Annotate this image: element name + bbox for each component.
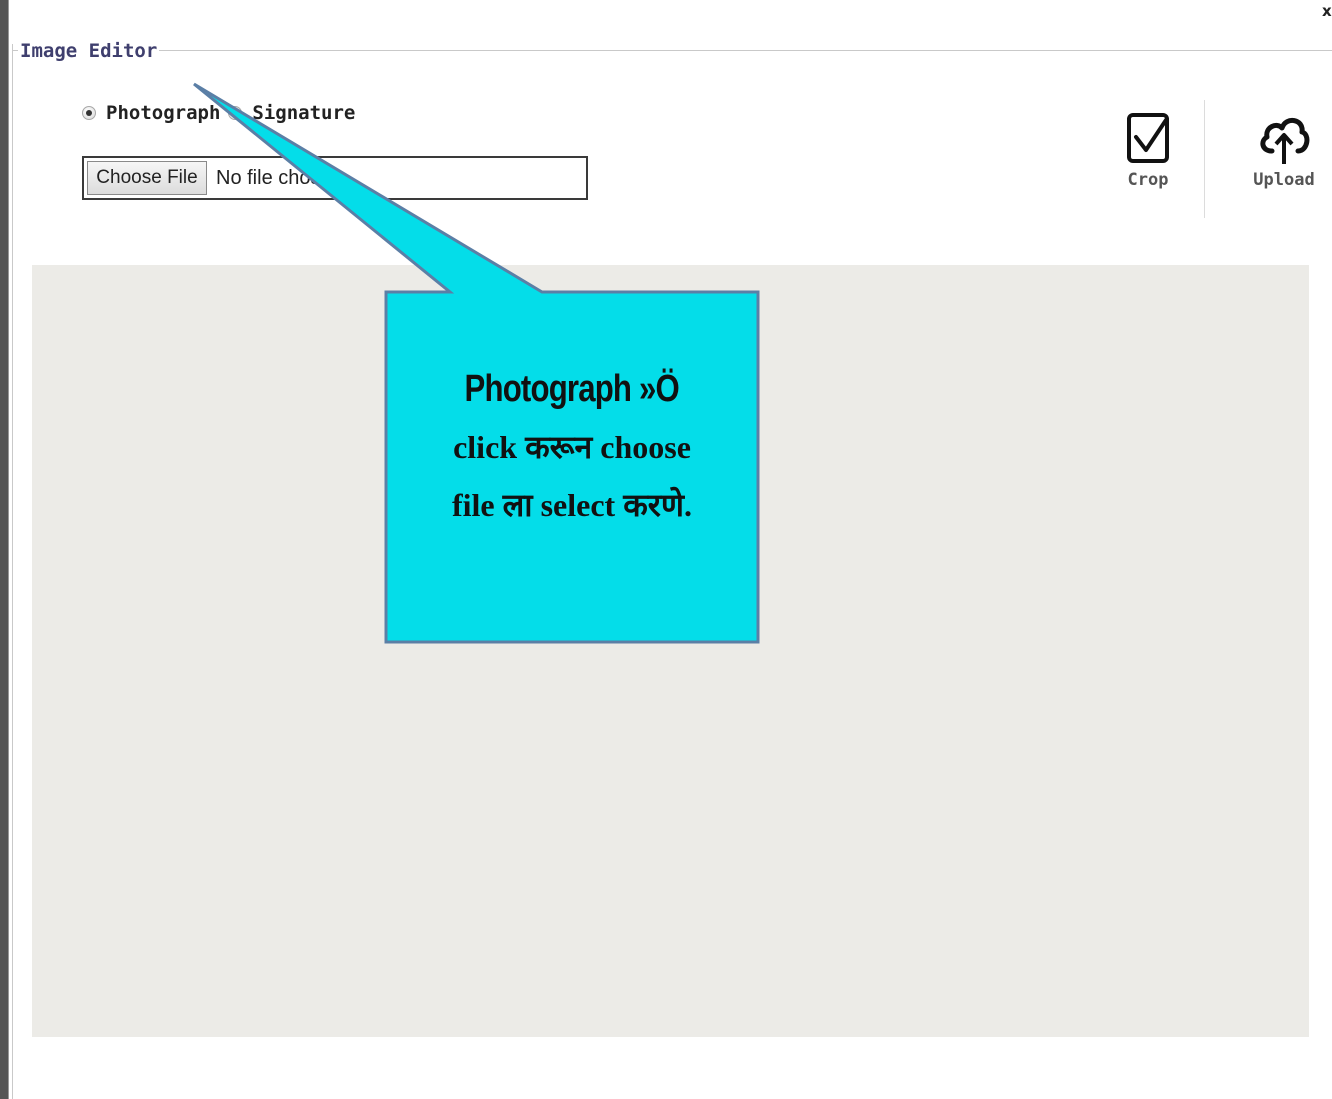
callout-line-3: file ला select करणे. xyxy=(451,487,693,523)
photograph-radio[interactable] xyxy=(82,106,96,120)
fieldset-border-top xyxy=(12,50,1332,51)
crop-button[interactable]: Crop xyxy=(1108,110,1188,190)
file-input[interactable]: Choose File No file chosen xyxy=(82,156,588,200)
crop-icon xyxy=(1127,113,1169,163)
crop-label: Crop xyxy=(1127,170,1169,190)
cloud-upload-icon xyxy=(1260,118,1310,164)
signature-radio[interactable] xyxy=(228,106,243,120)
fieldset-legend: Image Editor xyxy=(18,40,160,62)
upload-label: Upload xyxy=(1253,170,1315,190)
window-left-edge xyxy=(0,0,8,1099)
toolbar-separator xyxy=(1204,100,1205,218)
close-button[interactable]: x xyxy=(1322,2,1332,20)
upload-button[interactable]: Upload xyxy=(1244,110,1324,190)
signature-radio-label[interactable]: Signature xyxy=(252,102,355,124)
fieldset-border-left xyxy=(12,44,13,1099)
choose-file-button[interactable]: Choose File xyxy=(87,161,207,195)
file-status-text: No file chosen xyxy=(216,166,343,189)
callout-text: Photograph »Ö click करून choose file ला … xyxy=(386,292,758,642)
upload-type-radio-group: Photograph Signature xyxy=(82,102,363,124)
callout-line-1: Photograph »Ö xyxy=(464,368,680,410)
callout-line-2: click करून choose xyxy=(453,429,691,465)
photograph-radio-label[interactable]: Photograph xyxy=(106,102,220,124)
